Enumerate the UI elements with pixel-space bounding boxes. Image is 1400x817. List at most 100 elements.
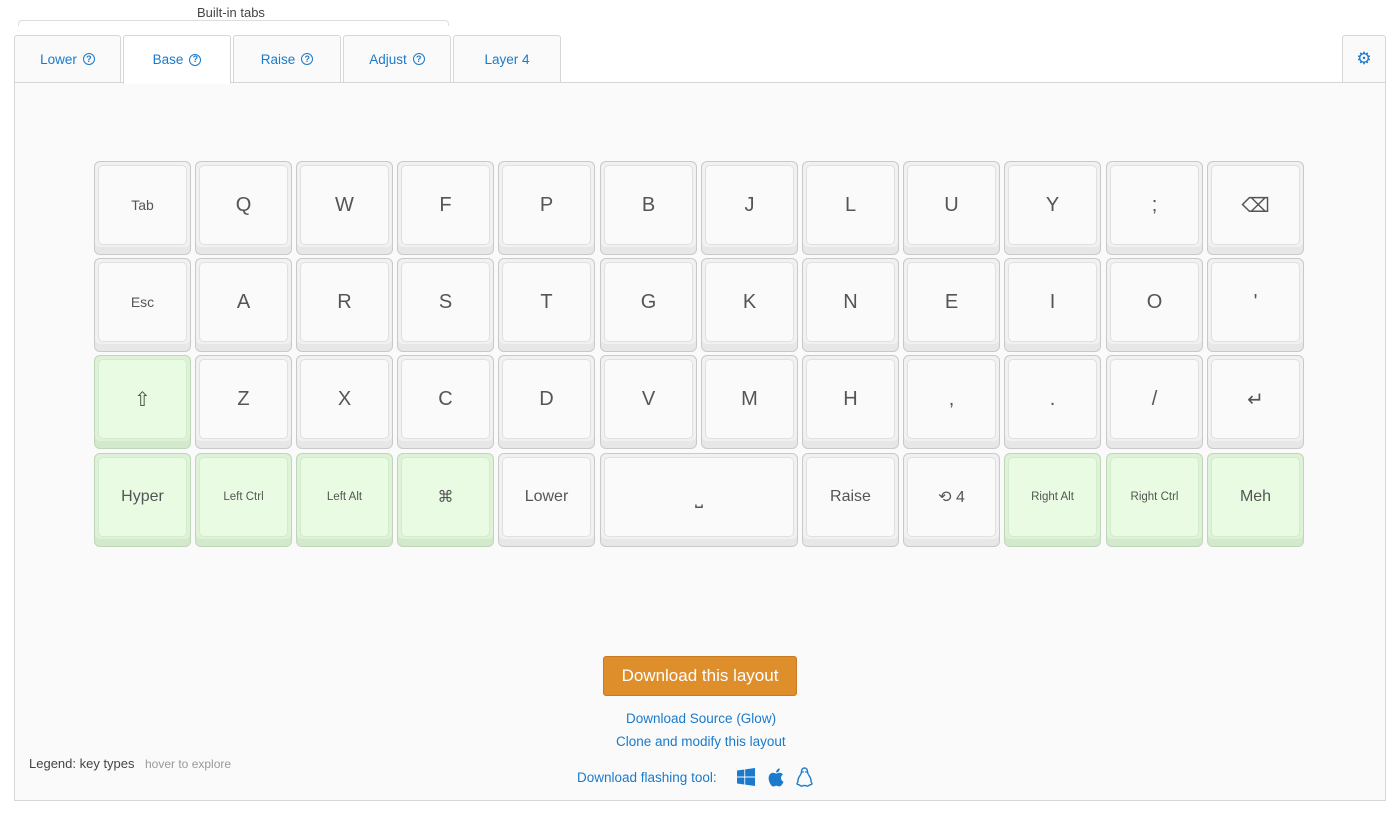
key-label: Raise <box>806 457 895 537</box>
key-command[interactable]: ⌘ <box>397 453 494 547</box>
key-hyper[interactable]: Hyper <box>94 453 191 547</box>
key-esc[interactable]: Esc <box>94 258 191 352</box>
help-icon[interactable]: ? <box>412 53 425 65</box>
key-q[interactable]: Q <box>195 161 292 255</box>
key-label: . <box>1008 359 1097 439</box>
key-label: T <box>502 262 591 342</box>
key-left-ctrl[interactable]: Left Ctrl <box>195 453 292 547</box>
key-u[interactable]: U <box>903 161 1000 255</box>
key-raise[interactable]: Raise <box>802 453 899 547</box>
key-label: R <box>300 262 389 342</box>
key-label: L <box>806 165 895 245</box>
layer-toggle-icon: ⟲ 4 <box>907 457 996 537</box>
apple-icon[interactable] <box>765 767 785 787</box>
help-icon[interactable]: ? <box>82 53 95 65</box>
key-punct[interactable]: ' <box>1207 258 1304 352</box>
key-label: Esc <box>98 262 187 342</box>
key-punct[interactable]: ; <box>1106 161 1203 255</box>
key-label: I <box>1008 262 1097 342</box>
key-meh[interactable]: Meh <box>1207 453 1304 547</box>
key-layer-toggle[interactable]: ⟲ 4 <box>903 453 1000 547</box>
key-k[interactable]: K <box>701 258 798 352</box>
tab-base[interactable]: Base? <box>123 35 231 84</box>
key-label: S <box>401 262 490 342</box>
tab-lower[interactable]: Lower? <box>14 35 121 83</box>
key-o[interactable]: O <box>1106 258 1203 352</box>
tab-label: Raise <box>260 51 296 67</box>
key-label: M <box>705 359 794 439</box>
key-right-ctrl[interactable]: Right Ctrl <box>1106 453 1203 547</box>
key-right-alt[interactable]: Right Alt <box>1004 453 1101 547</box>
tab-label: Base <box>152 52 184 67</box>
key-l[interactable]: L <box>802 161 899 255</box>
key-label: Right Alt <box>1008 457 1097 537</box>
key-r[interactable]: R <box>296 258 393 352</box>
key-label: U <box>907 165 996 245</box>
key-label: N <box>806 262 895 342</box>
key-tab[interactable]: Tab <box>94 161 191 255</box>
key-label: G <box>604 262 693 342</box>
builtin-tabs-rule <box>18 20 449 26</box>
key-label: Hyper <box>98 457 187 537</box>
clone-modify-link[interactable]: Clone and modify this layout <box>616 734 786 749</box>
key-n[interactable]: N <box>802 258 899 352</box>
key-label: Z <box>199 359 288 439</box>
key-shift[interactable]: ⇧ <box>94 355 191 449</box>
gear-icon: ⚙ <box>1356 49 1372 68</box>
linux-icon[interactable] <box>794 767 814 787</box>
key-v[interactable]: V <box>600 355 697 449</box>
backspace-icon: ⌫ <box>1211 165 1300 245</box>
key-space[interactable]: ⎵ <box>600 453 798 547</box>
legend-hover-hint[interactable]: hover to explore <box>145 757 231 771</box>
key-t[interactable]: T <box>498 258 595 352</box>
key-lower[interactable]: Lower <box>498 453 595 547</box>
key-punct[interactable]: / <box>1106 355 1203 449</box>
windows-icon[interactable] <box>736 767 756 787</box>
key-label: Meh <box>1211 457 1300 537</box>
download-source-link[interactable]: Download Source (Glow) <box>626 711 776 726</box>
key-label: ' <box>1211 262 1300 342</box>
key-h[interactable]: H <box>802 355 899 449</box>
key-label: , <box>907 359 996 439</box>
key-e[interactable]: E <box>903 258 1000 352</box>
key-s[interactable]: S <box>397 258 494 352</box>
key-label: Right Ctrl <box>1110 457 1199 537</box>
help-icon[interactable]: ? <box>301 53 314 65</box>
help-icon[interactable]: ? <box>189 53 202 66</box>
key-d[interactable]: D <box>498 355 595 449</box>
key-label: W <box>300 165 389 245</box>
key-p[interactable]: P <box>498 161 595 255</box>
key-j[interactable]: J <box>701 161 798 255</box>
key-label: O <box>1110 262 1199 342</box>
key-punct[interactable]: . <box>1004 355 1101 449</box>
tab-label: Layer 4 <box>484 51 530 67</box>
key-label: / <box>1110 359 1199 439</box>
key-a[interactable]: A <box>195 258 292 352</box>
builtin-tabs-label: Built-in tabs <box>197 5 265 20</box>
download-layout-button[interactable]: Download this layout <box>603 656 797 696</box>
key-c[interactable]: C <box>397 355 494 449</box>
key-label: Y <box>1008 165 1097 245</box>
key-b[interactable]: B <box>600 161 697 255</box>
key-z[interactable]: Z <box>195 355 292 449</box>
key-backspace[interactable]: ⌫ <box>1207 161 1304 255</box>
flashing-tool-label: Download flashing tool: <box>577 770 717 785</box>
key-label: Lower <box>502 457 591 537</box>
key-left-alt[interactable]: Left Alt <box>296 453 393 547</box>
key-g[interactable]: G <box>600 258 697 352</box>
key-m[interactable]: M <box>701 355 798 449</box>
key-enter[interactable]: ↵ <box>1207 355 1304 449</box>
key-punct[interactable]: , <box>903 355 1000 449</box>
key-i[interactable]: I <box>1004 258 1101 352</box>
key-f[interactable]: F <box>397 161 494 255</box>
tab-layer-4[interactable]: Layer 4 <box>453 35 561 83</box>
key-y[interactable]: Y <box>1004 161 1101 255</box>
key-label: Left Ctrl <box>199 457 288 537</box>
shift-icon: ⇧ <box>98 359 187 439</box>
key-label: B <box>604 165 693 245</box>
key-x[interactable]: X <box>296 355 393 449</box>
settings-button[interactable]: ⚙ <box>1342 35 1386 83</box>
key-w[interactable]: W <box>296 161 393 255</box>
tab-adjust[interactable]: Adjust? <box>343 35 451 83</box>
tab-raise[interactable]: Raise? <box>233 35 341 83</box>
